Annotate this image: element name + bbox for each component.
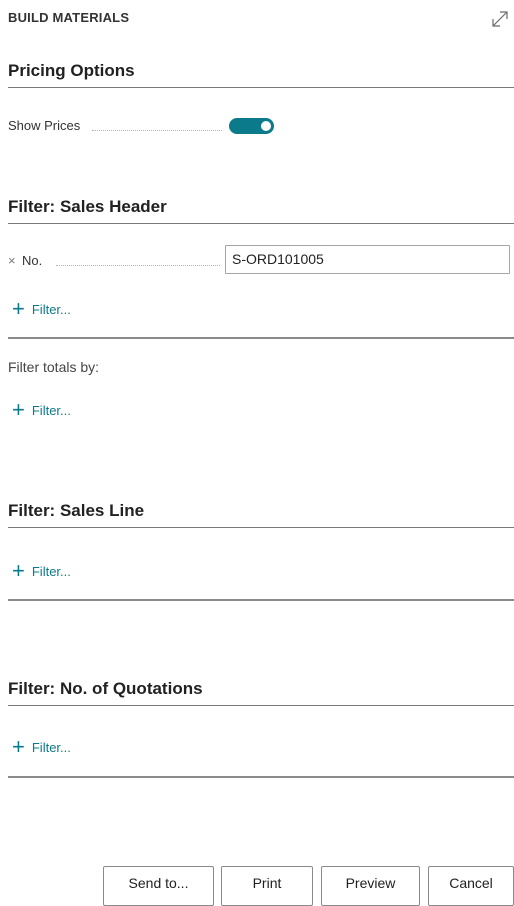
section-divider xyxy=(8,87,514,88)
section-title-sales-header: Filter: Sales Header xyxy=(8,197,167,216)
add-filter-label: Filter... xyxy=(31,739,71,755)
section-divider xyxy=(8,337,514,339)
sales-header-add-filter-link[interactable]: + Filter... xyxy=(12,296,71,321)
add-filter-label: Filter... xyxy=(31,301,71,317)
show-prices-toggle[interactable] xyxy=(229,118,274,134)
field-leader-dots xyxy=(92,130,222,131)
cancel-button[interactable]: Cancel xyxy=(428,866,514,906)
section-title-sales-line: Filter: Sales Line xyxy=(8,501,145,520)
toggle-knob xyxy=(261,121,271,131)
plus-icon: + xyxy=(12,296,25,321)
section-divider xyxy=(8,527,514,528)
plus-icon: + xyxy=(12,558,25,583)
section-title-pricing-options: Pricing Options xyxy=(8,61,135,80)
print-button[interactable]: Print xyxy=(221,866,313,906)
plus-icon: + xyxy=(12,397,25,422)
show-prices-label: Show Prices xyxy=(8,118,81,133)
totals-add-filter-link[interactable]: + Filter... xyxy=(12,397,71,422)
send-to-button[interactable]: Send to... xyxy=(103,866,214,906)
dialog-title: BUILD MATERIALS xyxy=(8,10,130,25)
section-divider xyxy=(8,705,514,706)
section-divider xyxy=(8,599,514,601)
field-leader-dots xyxy=(56,265,220,266)
no-field-label: No. xyxy=(22,253,43,268)
section-divider xyxy=(8,223,514,224)
quotations-add-filter-link[interactable]: + Filter... xyxy=(12,734,71,759)
plus-icon: + xyxy=(12,734,25,759)
close-icon: × xyxy=(8,253,16,268)
add-filter-label: Filter... xyxy=(31,563,71,579)
filter-totals-by-label: Filter totals by: xyxy=(8,359,100,375)
section-title-no-of-quotations: Filter: No. of Quotations xyxy=(8,679,203,698)
add-filter-label: Filter... xyxy=(31,402,71,418)
expand-icon[interactable] xyxy=(489,8,511,30)
sales-line-add-filter-link[interactable]: + Filter... xyxy=(12,558,71,583)
section-divider xyxy=(8,776,514,778)
preview-button[interactable]: Preview xyxy=(321,866,420,906)
remove-filter-close-icon[interactable]: × xyxy=(8,253,16,268)
no-filter-input[interactable]: S-ORD101005 xyxy=(225,245,510,274)
